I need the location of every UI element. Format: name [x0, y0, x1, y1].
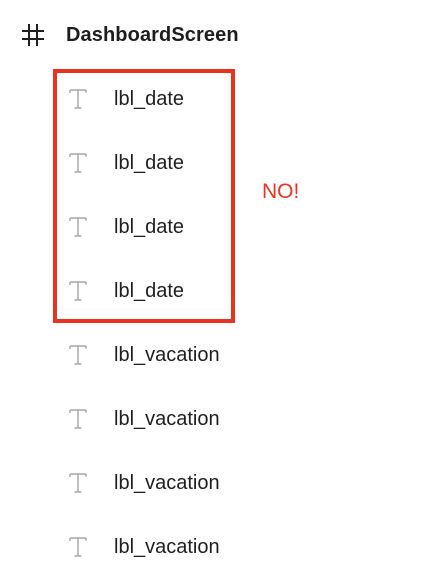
- layer-label: lbl_vacation: [114, 343, 220, 366]
- text-icon: [69, 345, 87, 365]
- highlight-box: [53, 69, 235, 323]
- layer-label: lbl_vacation: [114, 535, 220, 558]
- layer-label: lbl_vacation: [114, 471, 220, 494]
- layer-item[interactable]: lbl_vacation: [66, 387, 220, 451]
- layer-label: lbl_vacation: [114, 407, 220, 430]
- text-icon: [69, 537, 87, 557]
- text-icon: [69, 409, 87, 429]
- layer-item[interactable]: lbl_vacation: [66, 323, 220, 387]
- layer-item[interactable]: lbl_vacation: [66, 451, 220, 515]
- annotation-text: NO!: [262, 180, 300, 203]
- text-icon: [69, 473, 87, 493]
- frame-title: DashboardScreen: [66, 23, 239, 46]
- frame-layer-row[interactable]: DashboardScreen: [20, 18, 239, 52]
- hash-icon: [22, 24, 44, 46]
- layer-item[interactable]: lbl_vacation: [66, 515, 220, 579]
